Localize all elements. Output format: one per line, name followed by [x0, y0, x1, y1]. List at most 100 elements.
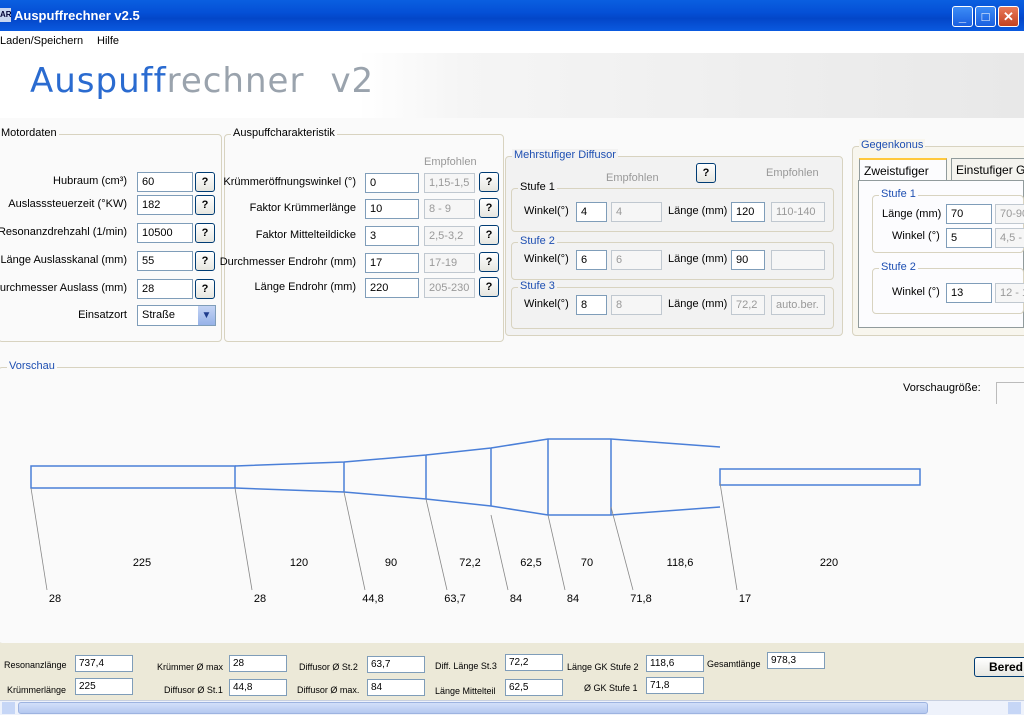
motordaten-input[interactable]: 60	[137, 172, 193, 192]
tab-einstufiger-gk[interactable]: Einstufiger G	[951, 158, 1024, 180]
diameter-label: 28	[49, 593, 61, 605]
help-button[interactable]: ?	[195, 251, 215, 271]
diffusor-empfohlen-1: Empfohlen	[606, 172, 659, 184]
diameter-label: 28	[254, 593, 266, 605]
help-button[interactable]: ?	[479, 198, 499, 218]
title-bar[interactable]: AR Auspuffrechner v2.5 _ □ ✕	[0, 0, 1024, 31]
diffusor-stufe-title: Stufe 3	[518, 280, 557, 292]
charakteristik-input[interactable]: 0	[365, 173, 419, 193]
vorschau-title: Vorschau	[7, 360, 57, 372]
diffusor-winkel-input[interactable]: 4	[576, 202, 607, 222]
diameter-leader	[30, 487, 48, 591]
motordaten-input[interactable]: 10500	[137, 223, 193, 243]
charakteristik-input[interactable]: 17	[365, 253, 419, 273]
diffusor-stufe-title: Stufe 1	[518, 181, 557, 193]
gk-stufe1-winkel-input[interactable]: 5	[946, 228, 992, 248]
close-button[interactable]: ✕	[998, 6, 1019, 27]
einsatzort-label: Einsatzort	[78, 309, 127, 321]
diffusor-stufe-title: Stufe 2	[518, 235, 557, 247]
charakteristik-input[interactable]: 220	[365, 278, 419, 298]
diffusor-winkel-rec: 6	[611, 250, 662, 270]
diffusor-laenge-input[interactable]: 90	[731, 250, 765, 270]
help-button[interactable]: ?	[479, 277, 499, 297]
result-label: Diffusor Ø max.	[297, 685, 360, 695]
help-button[interactable]: ?	[195, 223, 215, 243]
charakteristik-empfohlen: Empfohlen	[424, 156, 477, 168]
result-label: Krümmer Ø max	[157, 662, 224, 672]
motordaten-label: Resonanzdrehzahl (1/min)	[0, 226, 127, 238]
gk-stufe2-winkel-input[interactable]: 13	[946, 283, 992, 303]
result-value: 63,7	[367, 656, 425, 673]
charakteristik-input[interactable]: 10	[365, 199, 419, 219]
diffusor-title: Mehrstufiger Diffusor	[512, 149, 618, 161]
help-button[interactable]: ?	[195, 172, 215, 192]
scroll-right-icon[interactable]	[1008, 702, 1021, 714]
result-value: 62,5	[505, 679, 563, 696]
menu-bar: Laden/Speichern Hilfe	[0, 31, 1024, 53]
motordaten-input[interactable]: 182	[137, 195, 193, 215]
window-title: Auspuffrechner v2.5	[14, 8, 140, 23]
help-button[interactable]: ?	[479, 225, 499, 245]
result-label: Ø GK Stufe 1	[584, 683, 638, 693]
exhaust-drawing: 225 120 90 72,2 62,5 70 118,6 220 28 28 44,8 63,7 84…	[30, 438, 921, 605]
length-label: 220	[820, 557, 838, 569]
motordaten-input[interactable]: 55	[137, 251, 193, 271]
result-label: Krümmerlänge	[7, 685, 67, 695]
charakteristik-title: Auspuffcharakteristik	[231, 127, 337, 139]
length-label: 118,6	[667, 557, 694, 569]
diameter-leader	[719, 482, 738, 591]
motordaten-label: Länge Auslasskanal (mm)	[0, 254, 127, 266]
diffusor-laenge-input[interactable]: 120	[731, 202, 765, 222]
maximize-button[interactable]: □	[975, 6, 996, 27]
length-label: 72,2	[459, 557, 480, 569]
result-label: Länge GK Stufe 2	[567, 662, 639, 672]
help-button[interactable]: ?	[195, 195, 215, 215]
menu-laden-speichern[interactable]: Laden/Speichern	[0, 35, 83, 47]
diffusor-empfohlen-2: Empfohlen	[766, 167, 819, 179]
tab-zweistufiger-gk[interactable]: Zweistufiger GK	[859, 158, 947, 192]
gegenkonus-tabs: Zweistufiger GK Einstufiger G	[857, 156, 1024, 192]
charakteristik-label: Faktor Mittelteildicke	[255, 229, 356, 241]
chevron-down-icon[interactable]: ▼	[198, 306, 215, 325]
charakteristik-label: Faktor Krümmerlänge	[249, 202, 356, 214]
diameter-leader	[234, 487, 253, 591]
scroll-left-icon[interactable]	[2, 702, 15, 714]
help-button[interactable]: ?	[195, 279, 215, 299]
charakteristik-recommended: 1,15-1,5	[424, 173, 475, 193]
diffusor-laenge-input: 72,2	[731, 295, 765, 315]
result-value: 28	[229, 655, 287, 672]
length-label: 225	[133, 557, 151, 569]
charakteristik-input[interactable]: 3	[365, 226, 419, 246]
result-value: 118,6	[646, 655, 704, 672]
diffusor-laenge-rec	[771, 250, 825, 270]
diffusor-laenge-label: Länge (mm)	[668, 253, 728, 265]
diameter-label: 44,8	[362, 593, 383, 605]
app-logo: Auspuffrechner v2	[30, 61, 374, 101]
header-pipe	[30, 465, 236, 489]
diffusor-help-button[interactable]: ?	[696, 163, 716, 183]
help-button[interactable]: ?	[479, 252, 499, 272]
minimize-button[interactable]: _	[952, 6, 973, 27]
diffusor-laenge-rec: 110-140	[771, 202, 825, 222]
berechnen-button[interactable]: Bered	[974, 657, 1024, 677]
horizontal-scrollbar[interactable]	[0, 700, 1024, 715]
logo-part2: rechner	[166, 61, 305, 101]
einsatzort-select[interactable]: Straße ▼	[137, 305, 216, 326]
body-lower-outline	[234, 487, 721, 516]
diffusor-winkel-input[interactable]: 6	[576, 250, 607, 270]
motordaten-label: Hubraum (cm³)	[53, 175, 127, 187]
scroll-thumb[interactable]	[18, 702, 928, 714]
diffusor-laenge-label: Länge (mm)	[668, 205, 728, 217]
diffusor-winkel-input[interactable]: 8	[576, 295, 607, 315]
motordaten-input[interactable]: 28	[137, 279, 193, 299]
diffusor-laenge-label: Länge (mm)	[668, 298, 728, 310]
help-button[interactable]: ?	[479, 172, 499, 192]
diameter-label: 84	[510, 593, 522, 605]
charakteristik-label: Länge Endrohr (mm)	[254, 281, 357, 293]
gk-stufe2-winkel-rec: 12 - 1	[995, 283, 1024, 303]
logo-part1: Auspuff	[30, 61, 167, 101]
gk-stufe1-laenge-input[interactable]: 70	[946, 204, 992, 224]
menu-hilfe[interactable]: Hilfe	[97, 35, 119, 47]
gk-stufe1-winkel-label: Winkel (°)	[892, 230, 940, 242]
motordaten-label: Auslasssteuerzeit (°KW)	[8, 198, 127, 210]
